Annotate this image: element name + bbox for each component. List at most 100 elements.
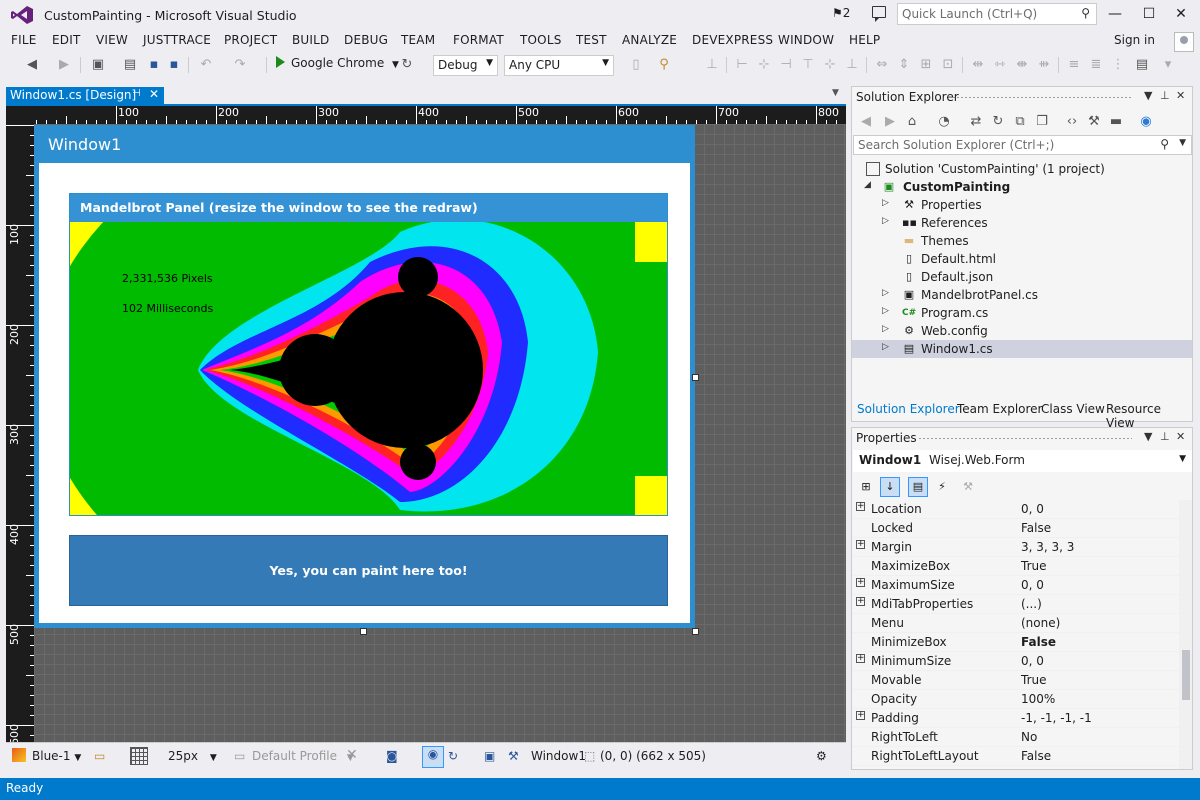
property-value[interactable]: False: [1021, 635, 1056, 649]
property-row[interactable]: MaximizeBox True: [852, 557, 1179, 576]
save-all-icon[interactable]: ▪: [166, 57, 182, 73]
grid-size-select[interactable]: 25px ▼: [168, 749, 217, 763]
collapsed-arrow-icon[interactable]: ▷: [882, 306, 889, 316]
alphabetical-icon[interactable]: ↓: [880, 477, 900, 497]
designed-window[interactable]: Window1 Mandelbrot Panel (resize the win…: [34, 125, 695, 628]
tree-item-default-json[interactable]: ▯ Default.json: [852, 268, 1192, 286]
property-row[interactable]: + MdiTabProperties (...): [852, 595, 1179, 614]
menu-project[interactable]: PROJECT: [224, 33, 277, 47]
tab-window1-design[interactable]: Window1.cs [Design] ⊣ ✕: [6, 87, 164, 105]
attach-icon[interactable]: ▯: [628, 57, 644, 73]
tree-item-project[interactable]: ◢ ▣ CustomPainting: [852, 178, 1192, 196]
categorized-icon[interactable]: ⊞: [856, 477, 876, 497]
tree-item-web-config[interactable]: ▷ ⚙ Web.config: [852, 322, 1192, 340]
solution-search-input[interactable]: Search Solution Explorer (Ctrl+;) ⚲ ▼: [853, 135, 1192, 155]
new-project-icon[interactable]: ▣: [90, 57, 106, 73]
property-value[interactable]: (none): [1021, 616, 1060, 630]
property-value[interactable]: 0, 0: [1021, 654, 1044, 668]
maximize-button[interactable]: ☐: [1134, 4, 1164, 24]
save-icon[interactable]: ▪: [146, 57, 162, 73]
paint-panel[interactable]: Yes, you can paint here too!: [69, 535, 668, 606]
property-row[interactable]: + Location 0, 0: [852, 500, 1179, 519]
align-to-grid-icon[interactable]: ⊥: [704, 57, 720, 73]
property-value[interactable]: True: [1021, 673, 1047, 687]
toolbox-icon[interactable]: ▣: [484, 749, 495, 763]
profile-select[interactable]: Default Profile ▼: [252, 749, 354, 763]
property-row[interactable]: Menu (none): [852, 614, 1179, 633]
make-same-size-icon[interactable]: ⊡: [940, 57, 956, 73]
collapsed-arrow-icon[interactable]: ▷: [882, 216, 889, 226]
menu-justtrace[interactable]: JUSTTRACE: [143, 33, 211, 47]
feedback-icon[interactable]: [872, 6, 886, 22]
menu-format[interactable]: FORMAT: [453, 33, 504, 47]
tab-dropdown-icon[interactable]: ▼: [832, 88, 839, 98]
events-icon[interactable]: ⚡: [932, 477, 952, 497]
pin-icon[interactable]: ⊣: [132, 88, 141, 99]
redo-icon[interactable]: ↷: [232, 57, 248, 73]
center-vertically-icon[interactable]: ⋮: [1110, 57, 1126, 73]
mandelbrot-panel[interactable]: Mandelbrot Panel (resize the window to s…: [69, 193, 668, 516]
horizontal-spacing-icon[interactable]: ⇹: [970, 57, 986, 73]
menu-tools[interactable]: TOOLS: [520, 33, 562, 47]
toolbar-overflow-icon[interactable]: ▾: [1160, 57, 1176, 73]
property-row[interactable]: MinimizeBox False: [852, 633, 1179, 652]
tab-class-view[interactable]: Class View: [1041, 402, 1105, 416]
tree-item-default-html[interactable]: ▯ Default.html: [852, 250, 1192, 268]
collapse-all-icon[interactable]: ⧉: [1012, 114, 1028, 130]
resize-handle-right[interactable]: [692, 374, 699, 381]
properties-icon[interactable]: ⚒: [1086, 114, 1102, 130]
tree-item-references[interactable]: ▷ ▪▪ References: [852, 214, 1192, 232]
properties-icon[interactable]: ▤: [908, 477, 928, 497]
configuration-select[interactable]: Debug ▼: [433, 55, 498, 76]
tree-item-themes[interactable]: ▬ Themes: [852, 232, 1192, 250]
remove-profile-icon[interactable]: ✕: [346, 747, 358, 763]
theme-select[interactable]: Blue-1 ▼: [32, 749, 81, 763]
property-value[interactable]: No: [1021, 730, 1037, 744]
forward-icon[interactable]: ▶: [882, 114, 898, 130]
properties-scrollbar[interactable]: [1179, 500, 1192, 769]
property-value[interactable]: (...): [1021, 597, 1042, 611]
tab-solution-explorer[interactable]: Solution Explorer: [857, 402, 960, 416]
property-row[interactable]: RightToLeftLayout False: [852, 747, 1179, 766]
expand-icon[interactable]: +: [856, 654, 865, 663]
tree-item-program[interactable]: ▷ C# Program.cs: [852, 304, 1192, 322]
align-tops-icon[interactable]: ⊤: [800, 57, 816, 73]
menu-team[interactable]: TEAM: [401, 33, 435, 47]
open-file-icon[interactable]: ▤: [122, 57, 138, 73]
expand-icon[interactable]: +: [856, 540, 865, 549]
tree-item-mandelbrotpanel[interactable]: ▷ ▣ MandelbrotPanel.cs: [852, 286, 1192, 304]
avatar[interactable]: [1174, 32, 1194, 52]
expand-icon[interactable]: +: [856, 711, 865, 720]
open-theme-icon[interactable]: ▭: [94, 749, 105, 763]
web-icon[interactable]: ◉: [1138, 114, 1154, 130]
back-icon[interactable]: ◀: [24, 57, 40, 73]
property-value[interactable]: 3, 3, 3, 3: [1021, 540, 1074, 554]
property-value[interactable]: False: [1021, 521, 1051, 535]
sign-in-link[interactable]: Sign in: [1114, 33, 1155, 47]
property-value[interactable]: 100%: [1021, 692, 1055, 706]
collapsed-arrow-icon[interactable]: ▷: [882, 198, 889, 208]
designer-surface[interactable]: 0100200300400500600700800 10020030040050…: [6, 106, 846, 742]
refresh-icon[interactable]: ↻: [399, 57, 415, 73]
preview-icon[interactable]: ▬: [1108, 114, 1124, 130]
view-code-icon[interactable]: ‹›: [1064, 114, 1080, 130]
sync-icon[interactable]: ⇄: [968, 114, 984, 130]
collapsed-arrow-icon[interactable]: ▷: [882, 288, 889, 298]
tree-item-properties[interactable]: ▷ ⚒ Properties: [852, 196, 1192, 214]
find-icon[interactable]: ⚲: [656, 57, 672, 73]
wrench-icon[interactable]: ⚒: [508, 749, 519, 763]
close-icon[interactable]: ✕: [1176, 430, 1185, 443]
platform-select[interactable]: Any CPU ▼: [504, 55, 614, 76]
make-same-width-icon[interactable]: ⇔: [874, 57, 890, 73]
tab-resource-view[interactable]: Resource View: [1106, 402, 1193, 430]
pin-icon[interactable]: ⊥: [1160, 89, 1170, 102]
menu-build[interactable]: BUILD: [292, 33, 329, 47]
property-row[interactable]: Opacity 100%: [852, 690, 1179, 709]
expand-icon[interactable]: +: [856, 502, 865, 511]
close-button[interactable]: ✕: [1166, 4, 1196, 24]
start-debugging-button[interactable]: Google Chrome ▼: [276, 56, 399, 74]
close-icon[interactable]: ✕: [149, 87, 159, 101]
menu-file[interactable]: FILE: [11, 33, 37, 47]
show-all-files-icon[interactable]: ❐: [1034, 114, 1050, 130]
menu-devexpress[interactable]: DEVEXPRESS: [692, 33, 773, 47]
